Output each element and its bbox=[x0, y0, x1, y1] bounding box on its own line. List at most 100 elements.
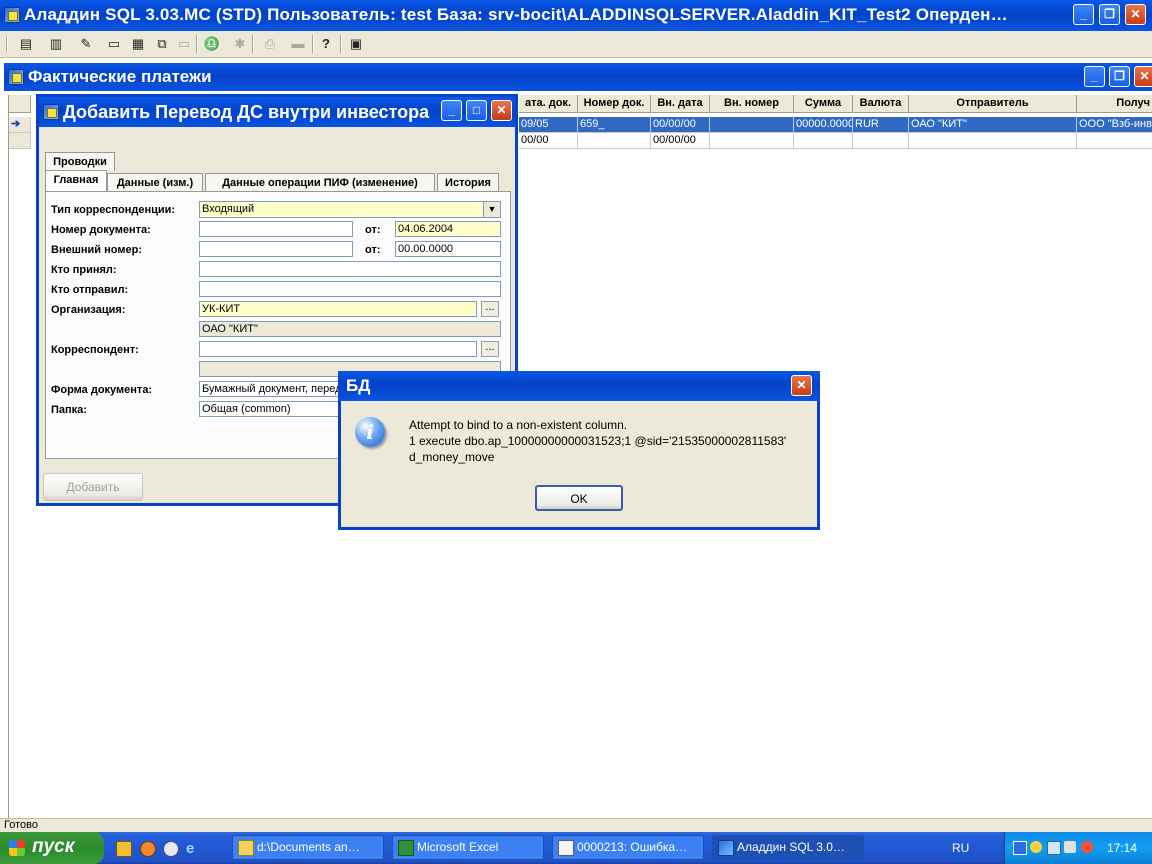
dialog-close-button[interactable]: ✕ bbox=[491, 100, 512, 121]
dialog-title-bar[interactable]: Добавить Перевод ДС внутри инвестора _ □… bbox=[39, 97, 515, 127]
gear-icon[interactable]: ✱ bbox=[230, 34, 250, 54]
tray-clock[interactable]: 17:14 bbox=[1107, 841, 1137, 855]
error-message-line: d_money_move bbox=[409, 450, 495, 464]
restore-window-icon[interactable]: ▭ bbox=[174, 34, 194, 54]
folder-label: Папка: bbox=[51, 404, 87, 416]
notes-icon[interactable]: ▤ bbox=[16, 34, 36, 54]
table-cell[interactable]: ООО "Взб-инв bbox=[1077, 117, 1152, 133]
mdi-minimize-button[interactable]: _ bbox=[1084, 66, 1105, 87]
language-indicator[interactable]: RU bbox=[952, 841, 969, 855]
task-document[interactable]: 0000213: Ошибка… bbox=[552, 835, 704, 860]
task-label: 0000213: Ошибка… bbox=[577, 840, 688, 854]
grid-header-receiver[interactable]: Получ bbox=[1077, 95, 1152, 113]
toolbar-separator bbox=[340, 35, 342, 53]
grid-header-doc-number[interactable]: Номер док. bbox=[578, 95, 651, 113]
grid-header-ext-number[interactable]: Вн. номер bbox=[710, 95, 794, 113]
ext-date-input[interactable]: 00.00.0000 bbox=[395, 241, 501, 257]
grid-header-doc-date[interactable]: ата. док. bbox=[519, 95, 578, 113]
ok-button[interactable]: OK bbox=[535, 485, 623, 511]
cascade-icon[interactable]: ⧉ bbox=[152, 34, 172, 54]
tray-volume-icon[interactable] bbox=[1064, 841, 1076, 853]
table-cell[interactable]: 00000.0000 bbox=[794, 117, 853, 133]
dialog-minimize-button[interactable]: _ bbox=[441, 100, 462, 121]
task-explorer[interactable]: d:\Documents an… bbox=[232, 835, 384, 860]
error-close-button[interactable]: ✕ bbox=[791, 375, 812, 396]
task-excel[interactable]: Microsoft Excel bbox=[392, 835, 544, 860]
tab-postings[interactable]: Проводки bbox=[45, 152, 115, 171]
tab-main[interactable]: Главная bbox=[45, 170, 107, 191]
show-desktop-icon[interactable] bbox=[116, 841, 132, 857]
organization-input[interactable]: УК-КИТ bbox=[199, 301, 477, 317]
table-cell[interactable]: 09/05 bbox=[519, 117, 578, 133]
help-icon[interactable]: ? bbox=[316, 34, 336, 54]
status-text: Готово bbox=[4, 819, 38, 831]
print-icon[interactable]: ✎ bbox=[76, 34, 96, 54]
window-icon[interactable]: ▭ bbox=[104, 34, 124, 54]
media-icon[interactable] bbox=[163, 841, 179, 857]
start-label: пуск bbox=[32, 836, 75, 857]
table-cell[interactable] bbox=[853, 133, 909, 149]
table-cell[interactable] bbox=[909, 133, 1077, 149]
grid-header-sender[interactable]: Отправитель bbox=[909, 95, 1077, 113]
table-cell[interactable]: 00/00/00 bbox=[651, 117, 710, 133]
grid-row-marker-empty[interactable] bbox=[9, 133, 31, 149]
correspondent-input[interactable] bbox=[199, 341, 477, 357]
table-cell[interactable] bbox=[710, 133, 794, 149]
start-button[interactable]: пуск bbox=[0, 832, 104, 864]
table-cell[interactable]: RUR bbox=[853, 117, 909, 133]
task-aladdin[interactable]: Аладдин SQL 3.0… bbox=[712, 835, 864, 860]
chevron-down-icon[interactable]: ▼ bbox=[483, 202, 500, 217]
correspondent-lookup-button[interactable]: ... bbox=[481, 341, 499, 357]
grid-row-marker[interactable]: ➔ bbox=[9, 117, 31, 133]
tab-data-changes[interactable]: Данные (изм.) bbox=[107, 173, 203, 192]
table-cell[interactable] bbox=[710, 117, 794, 133]
organization-lookup-button[interactable]: ... bbox=[481, 301, 499, 317]
app-close-button[interactable]: ✕ bbox=[1125, 4, 1146, 25]
browser-icon[interactable] bbox=[140, 841, 156, 857]
error-title: БД bbox=[346, 376, 371, 395]
printer-icon[interactable]: ⎙ bbox=[260, 34, 280, 54]
sent-by-input[interactable] bbox=[199, 281, 501, 297]
app-minimize-button[interactable]: _ bbox=[1073, 4, 1094, 25]
received-by-input[interactable] bbox=[199, 261, 501, 277]
dialog-restore-button[interactable]: □ bbox=[466, 100, 487, 121]
mdi-close-button[interactable]: ✕ bbox=[1134, 66, 1152, 87]
doc-date-input[interactable]: 04.06.2004 bbox=[395, 221, 501, 237]
mdi-title-bar[interactable]: Фактические платежи _ ❐ ✕ bbox=[4, 63, 1152, 91]
add-button[interactable]: Добавить bbox=[43, 473, 143, 501]
toolbar-separator bbox=[252, 35, 254, 53]
app-restore-button[interactable]: ❐ bbox=[1099, 4, 1120, 25]
table-cell[interactable] bbox=[578, 133, 651, 149]
toolbar-grip bbox=[6, 35, 8, 53]
doc-number-input[interactable] bbox=[199, 221, 353, 237]
table-cell[interactable] bbox=[794, 133, 853, 149]
save-icon[interactable]: ▬ bbox=[288, 34, 308, 54]
ie-icon[interactable]: e bbox=[186, 840, 194, 857]
tile-icon[interactable]: ▦ bbox=[128, 34, 148, 54]
error-title-bar[interactable]: БД ✕ bbox=[338, 371, 820, 401]
tray-security-icon[interactable] bbox=[1081, 841, 1093, 853]
tab-history[interactable]: История bbox=[437, 173, 499, 192]
table-cell[interactable]: 00/00/00 bbox=[651, 133, 710, 149]
mdi-restore-button[interactable]: ❐ bbox=[1109, 66, 1130, 87]
tray-network-icon[interactable] bbox=[1047, 841, 1061, 855]
calculator-icon[interactable]: ▣ bbox=[346, 34, 366, 54]
table-cell[interactable] bbox=[1077, 133, 1152, 149]
ext-number-label: Внешний номер: bbox=[51, 244, 142, 256]
grid-header-ext-date[interactable]: Вн. дата bbox=[651, 95, 710, 113]
tab-pif-operation[interactable]: Данные операции ПИФ (изменение) bbox=[205, 173, 435, 192]
table-cell[interactable]: ОАО "КИТ" bbox=[909, 117, 1077, 133]
system-tray: 17:14 bbox=[1004, 832, 1152, 864]
find-icon[interactable]: ♎ bbox=[202, 34, 222, 54]
table-cell[interactable]: 659_ bbox=[578, 117, 651, 133]
tray-clock-icon[interactable] bbox=[1030, 841, 1042, 853]
app-title-bar[interactable]: Аладдин SQL 3.03.MC (STD) Пользователь: … bbox=[0, 0, 1152, 31]
binoculars-icon[interactable]: ▥ bbox=[46, 34, 66, 54]
corr-type-select[interactable]: Входящий ▼ bbox=[199, 201, 501, 218]
error-message-line: 1 execute dbo.ap_10000000000031523;1 @si… bbox=[409, 434, 787, 448]
grid-header-amount[interactable]: Сумма bbox=[794, 95, 853, 113]
tray-app-icon[interactable] bbox=[1013, 841, 1027, 855]
grid-header-currency[interactable]: Валюта bbox=[853, 95, 909, 113]
ext-number-input[interactable] bbox=[199, 241, 353, 257]
table-cell[interactable]: 00/00 bbox=[519, 133, 578, 149]
